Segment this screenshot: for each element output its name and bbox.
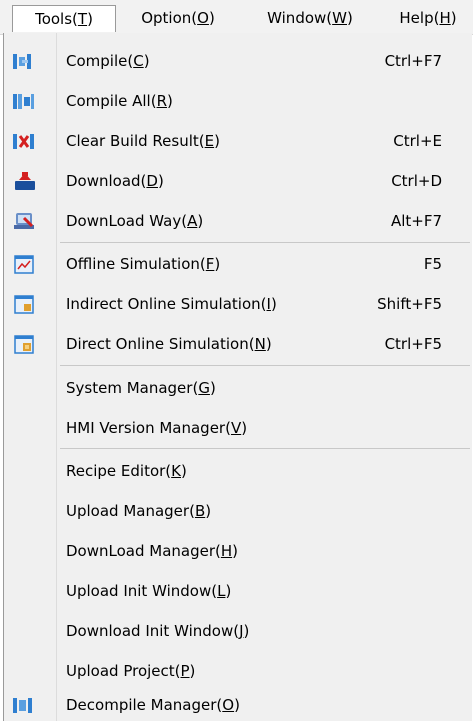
menu-item-clear-build-result[interactable]: Clear Build Result(E) Ctrl+E (4, 121, 470, 161)
menu-option-accel: O (197, 9, 209, 27)
shortcut-ctrl-e: Ctrl+E (393, 132, 442, 150)
menu-item-upload-manager-label: Upload Manager(B) (66, 502, 212, 520)
menu-help-end: ) (450, 9, 457, 27)
menu-separator (60, 242, 470, 243)
decompile-manager-icon (12, 696, 38, 715)
menu-item-download-way[interactable]: DownLoad Way(A) Alt+F7 (4, 201, 470, 241)
menu-item-compile-all-label: Compile All(R) (66, 92, 173, 110)
direct-online-simulation-icon (12, 335, 38, 354)
menu-item-clear-build-result-label: Clear Build Result(E) (66, 132, 220, 150)
menu-item-upload-manager[interactable]: Upload Manager(B) (4, 491, 470, 531)
menu-separator (60, 365, 470, 366)
menu-tools-text: Tools( (35, 10, 78, 28)
shortcut-alt-f7: Alt+F7 (390, 212, 442, 230)
menu-item-direct-online-simulation-label: Direct Online Simulation(N) (66, 335, 272, 353)
menu-tools-accel: T (77, 10, 88, 28)
menu-item-download[interactable]: Download(D) Ctrl+D (4, 161, 470, 201)
menu-item-compile[interactable]: Compile(C) Ctrl+F7 (4, 41, 470, 81)
menu-item-download-manager-label: DownLoad Manager(H) (66, 542, 238, 560)
menu-item-indirect-online-simulation[interactable]: Indirect Online Simulation(I) Shift+F5 (4, 284, 470, 324)
shortcut-f5: F5 (423, 255, 442, 273)
menu-item-compile-label: Compile(C) (66, 52, 150, 70)
menu-item-system-manager[interactable]: System Manager(G) (4, 368, 470, 408)
menu-item-decompile-manager-label: Decompile Manager(O) (66, 696, 240, 714)
menu-item-download-manager[interactable]: DownLoad Manager(H) (4, 531, 470, 571)
menu-item-upload-init-window[interactable]: Upload Init Window(L) (4, 571, 470, 611)
shortcut-ctrl-d: Ctrl+D (391, 172, 442, 190)
menu-option[interactable]: Option(O) (128, 5, 228, 32)
menu-window-end: ) (346, 9, 353, 27)
compile-icon (12, 52, 38, 71)
menu-item-recipe-editor-label: Recipe Editor(K) (66, 462, 187, 480)
tools-dropdown-menu: Compile(C) Ctrl+F7 Compile All(R) Clear … (3, 33, 472, 721)
menu-item-decompile-manager[interactable]: Decompile Manager(O) (4, 685, 470, 725)
shortcut-shift-f5: Shift+F5 (377, 295, 442, 313)
menu-item-direct-online-simulation[interactable]: Direct Online Simulation(N) Ctrl+F5 (4, 324, 470, 364)
offline-simulation-icon (12, 255, 38, 274)
indirect-online-simulation-icon (12, 295, 38, 314)
clear-build-icon (12, 132, 38, 151)
download-way-icon (12, 212, 38, 231)
menu-window-text: Window( (267, 9, 333, 27)
menu-option-end: ) (208, 9, 215, 27)
menu-bar: Tools(T) Option(O) Window(W) Help(H) (0, 0, 473, 35)
menu-item-upload-init-window-label: Upload Init Window(L) (66, 582, 232, 600)
download-icon (12, 172, 38, 191)
menu-help-text: Help( (399, 9, 440, 27)
shortcut-ctrl-f7: Ctrl+F7 (384, 52, 442, 70)
menu-window[interactable]: Window(W) (250, 5, 370, 32)
menu-tools[interactable]: Tools(T) (12, 5, 116, 32)
menu-item-download-label: Download(D) (66, 172, 164, 190)
menu-help-accel: H (439, 9, 451, 27)
menu-item-download-way-label: DownLoad Way(A) (66, 212, 204, 230)
menu-item-recipe-editor[interactable]: Recipe Editor(K) (4, 451, 470, 491)
menu-item-offline-simulation-label: Offline Simulation(F) (66, 255, 221, 273)
menu-item-indirect-online-simulation-label: Indirect Online Simulation(I) (66, 295, 277, 313)
menu-window-accel: W (332, 9, 347, 27)
menu-item-system-manager-label: System Manager(G) (66, 379, 216, 397)
menu-item-hmi-version-manager[interactable]: HMI Version Manager(V) (4, 408, 470, 448)
menu-item-download-init-window[interactable]: Download Init Window(J) (4, 611, 470, 651)
menu-help[interactable]: Help(H) (388, 5, 468, 32)
menu-item-download-init-window-label: Download Init Window(J) (66, 622, 250, 640)
menu-item-compile-all[interactable]: Compile All(R) (4, 81, 470, 121)
compile-all-icon (12, 92, 38, 111)
shortcut-ctrl-f5: Ctrl+F5 (384, 335, 442, 353)
menu-item-offline-simulation[interactable]: Offline Simulation(F) F5 (4, 244, 470, 284)
menu-tools-end: ) (87, 10, 93, 28)
menu-separator (60, 448, 470, 449)
menu-option-text: Option( (141, 9, 198, 27)
menu-item-hmi-version-manager-label: HMI Version Manager(V) (66, 419, 248, 437)
